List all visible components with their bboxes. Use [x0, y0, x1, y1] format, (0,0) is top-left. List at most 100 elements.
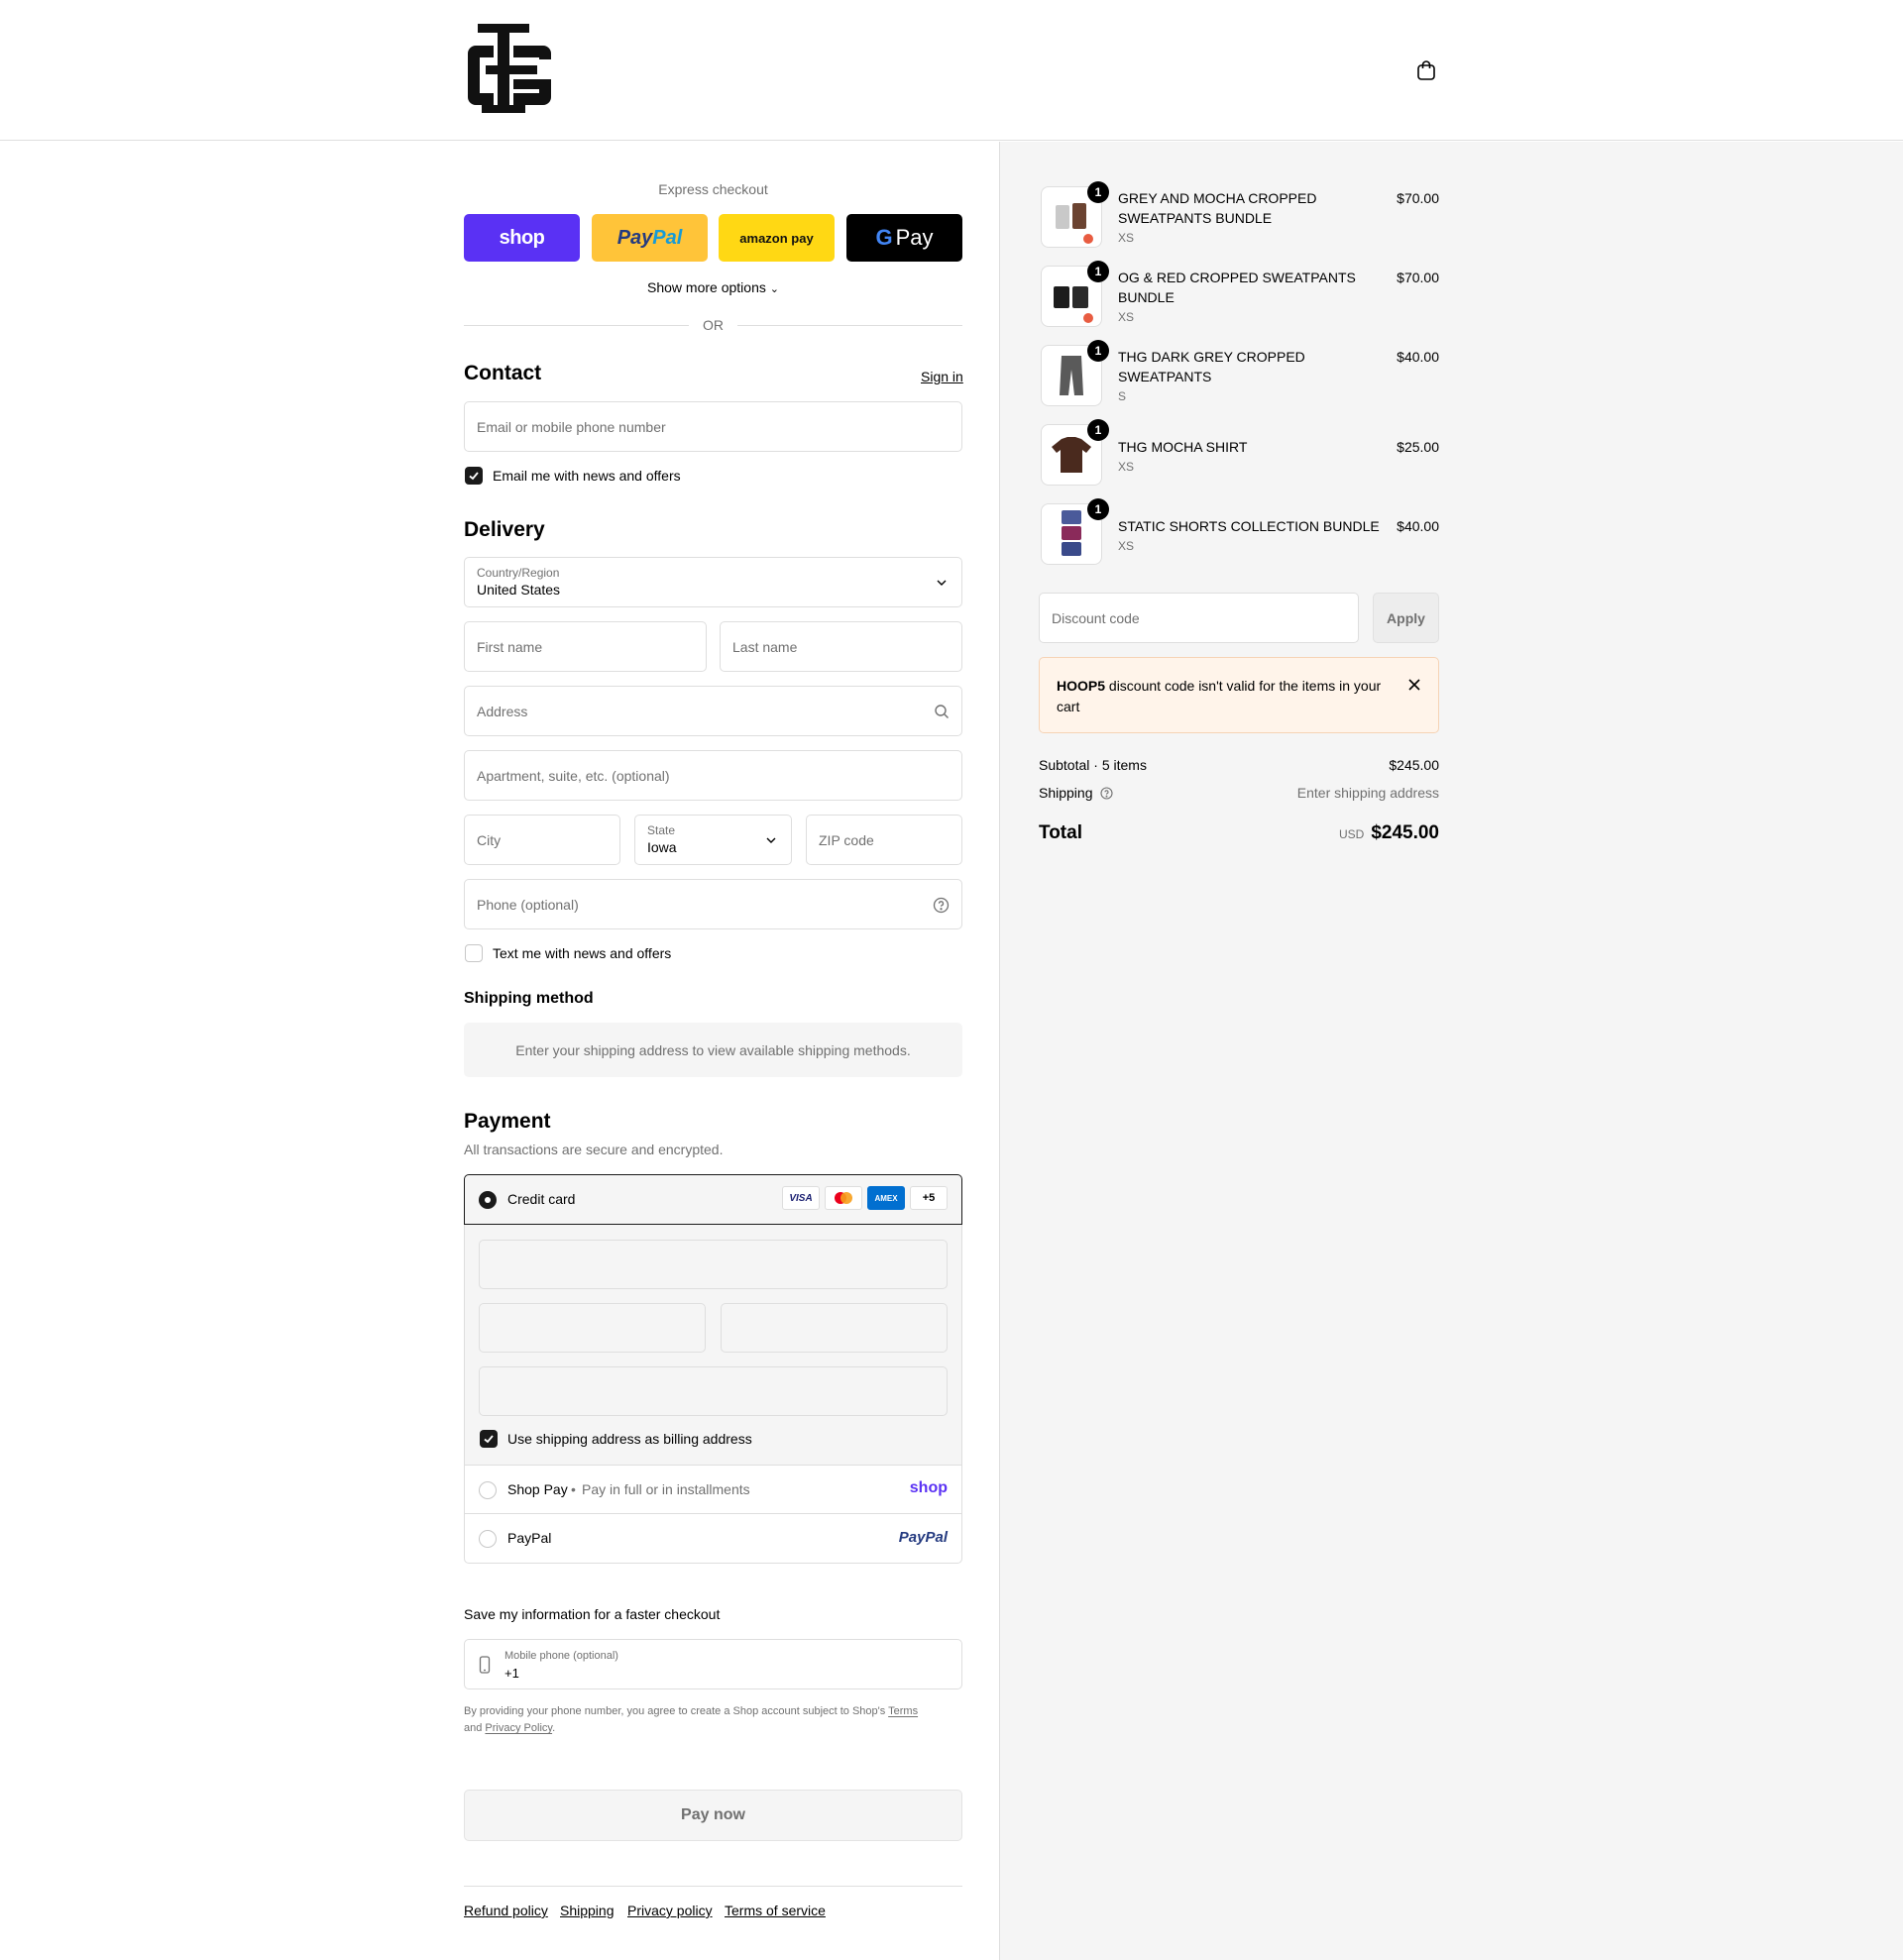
bag-icon[interactable]	[1415, 59, 1437, 81]
google-g-icon: G	[875, 225, 893, 250]
phone-field[interactable]: Phone (optional)	[464, 879, 962, 929]
terms-link[interactable]: Terms	[888, 1705, 918, 1717]
visa-icon: VISA	[782, 1186, 820, 1210]
privacy-link[interactable]: Privacy Policy	[485, 1722, 552, 1734]
shipping-label-text: Shipping	[1039, 785, 1093, 801]
shipping-method-note: Enter your shipping address to view avai…	[464, 1023, 962, 1077]
paypal-radio[interactable]	[479, 1530, 497, 1548]
shipping-value: Enter shipping address	[1296, 785, 1439, 801]
address-placeholder: Address	[477, 703, 528, 719]
show-more-options-link[interactable]: Show more options ⌄	[464, 279, 962, 295]
discount-placeholder: Discount code	[1052, 609, 1140, 626]
discount-code-field[interactable]: Discount code	[1039, 593, 1359, 643]
apartment-placeholder: Apartment, suite, etc. (optional)	[477, 767, 670, 784]
divider-right	[737, 325, 962, 326]
quantity-badge: 1	[1087, 261, 1109, 282]
google-pay-label: Pay	[895, 225, 934, 250]
subtotal-label: Subtotal · 5 items	[1039, 757, 1147, 773]
zip-field[interactable]: ZIP code	[806, 815, 962, 865]
billing-checkbox[interactable]	[480, 1430, 498, 1448]
total-value-group: USD $245.00	[1339, 822, 1439, 844]
paypal-label: PayPal	[507, 1530, 552, 1546]
country-select[interactable]: Country/Region United States	[464, 557, 962, 607]
credit-card-radio[interactable]	[479, 1191, 497, 1209]
card-cvv-field[interactable]	[721, 1303, 948, 1353]
mobile-phone-value: +1	[504, 1666, 519, 1681]
item-name: THG MOCHA SHIRT	[1118, 439, 1248, 455]
quantity-badge: 1	[1087, 340, 1109, 362]
pay-now-button[interactable]: Pay now	[464, 1790, 962, 1841]
text-offers-checkbox[interactable]	[465, 944, 483, 962]
city-field[interactable]: City	[464, 815, 620, 865]
payment-heading: Payment	[464, 1110, 551, 1133]
first-name-placeholder: First name	[477, 638, 543, 655]
billing-checkbox-label: Use shipping address as billing address	[507, 1431, 752, 1447]
shop-pay-logo: shop	[499, 226, 545, 249]
help-circle-icon[interactable]	[933, 897, 950, 914]
brand-logo[interactable]	[464, 20, 559, 119]
shop-pay-radio[interactable]	[479, 1481, 497, 1499]
amex-icon: AMEX	[867, 1186, 905, 1210]
credit-card-label: Credit card	[507, 1191, 576, 1207]
item-variant: S	[1118, 389, 1127, 403]
item-name: STATIC SHORTS COLLECTION BUNDLE	[1118, 518, 1380, 534]
item-variant: XS	[1118, 539, 1135, 553]
sign-in-link[interactable]: Sign in	[921, 369, 963, 384]
show-more-label: Show more options	[647, 279, 766, 295]
or-divider-text: OR	[703, 317, 724, 333]
card-name-field[interactable]	[479, 1366, 948, 1416]
legal-and: and	[464, 1722, 486, 1734]
paypal-option[interactable]: PayPal PayPal	[464, 1514, 962, 1564]
refund-policy-link[interactable]: Refund policy	[464, 1903, 548, 1918]
apply-button[interactable]: Apply	[1373, 593, 1439, 643]
paypal-logo: PayPal	[898, 1529, 948, 1546]
google-pay-button[interactable]: G Pay	[846, 214, 962, 262]
shop-pay-option[interactable]: Shop Pay • Pay in full or in installment…	[464, 1465, 962, 1514]
shop-pay-button[interactable]: shop	[464, 214, 580, 262]
quantity-badge: 1	[1087, 498, 1109, 520]
item-variant: XS	[1118, 460, 1135, 474]
footer-divider	[464, 1886, 962, 1887]
card-expiry-field[interactable]	[479, 1303, 706, 1353]
item-name: GREY AND MOCHA CROPPED SWEATPANTS BUNDLE	[1118, 190, 1317, 226]
item-name: OG & RED CROPPED SWEATPANTS BUNDLE	[1118, 270, 1356, 305]
amazon-pay-button[interactable]: amazon pay	[719, 214, 835, 262]
shipping-policy-link[interactable]: Shipping	[560, 1903, 615, 1918]
shop-pay-description: Pay in full or in installments	[582, 1481, 750, 1497]
mobile-phone-field[interactable]: Mobile phone (optional) +1	[464, 1639, 962, 1689]
item-price: $40.00	[1397, 349, 1439, 365]
shipping-label: Shipping	[1039, 785, 1113, 801]
legal-text: By providing your phone number, you agre…	[464, 1703, 962, 1737]
apartment-field[interactable]: Apartment, suite, etc. (optional)	[464, 750, 962, 801]
item-price: $70.00	[1397, 270, 1439, 285]
card-number-field[interactable]	[479, 1240, 948, 1289]
total-label: Total	[1039, 822, 1082, 843]
privacy-policy-link[interactable]: Privacy policy	[627, 1903, 713, 1918]
phone-placeholder: Phone (optional)	[477, 896, 579, 913]
state-select[interactable]: State Iowa	[634, 815, 792, 865]
header	[0, 0, 1903, 141]
first-name-field[interactable]: First name	[464, 621, 707, 672]
address-field[interactable]: Address	[464, 686, 962, 736]
legal-pre: By providing your phone number, you agre…	[464, 1705, 889, 1717]
item-variant: XS	[1118, 310, 1135, 324]
help-circle-icon[interactable]	[1100, 787, 1113, 800]
quantity-badge: 1	[1087, 181, 1109, 203]
email-field[interactable]: Email or mobile phone number	[464, 401, 962, 452]
news-checkbox-label: Email me with news and offers	[493, 468, 681, 484]
paypal-button[interactable]: PayPal	[592, 214, 708, 262]
total-value: $245.00	[1371, 822, 1439, 843]
text-offers-label: Text me with news and offers	[493, 945, 672, 961]
terms-of-service-link[interactable]: Terms of service	[725, 1903, 826, 1918]
subtotal-value: $245.00	[1389, 757, 1439, 773]
item-variant: XS	[1118, 231, 1135, 245]
divider-left	[464, 325, 689, 326]
bullet-separator: •	[571, 1481, 576, 1497]
news-checkbox[interactable]	[465, 467, 483, 485]
last-name-field[interactable]: Last name	[720, 621, 962, 672]
close-icon[interactable]	[1407, 678, 1421, 692]
save-info-heading: Save my information for a faster checkou…	[464, 1606, 721, 1622]
delivery-heading: Delivery	[464, 518, 545, 541]
item-name: THG DARK GREY CROPPED SWEATPANTS	[1118, 349, 1305, 384]
chevron-down-icon	[937, 580, 947, 586]
